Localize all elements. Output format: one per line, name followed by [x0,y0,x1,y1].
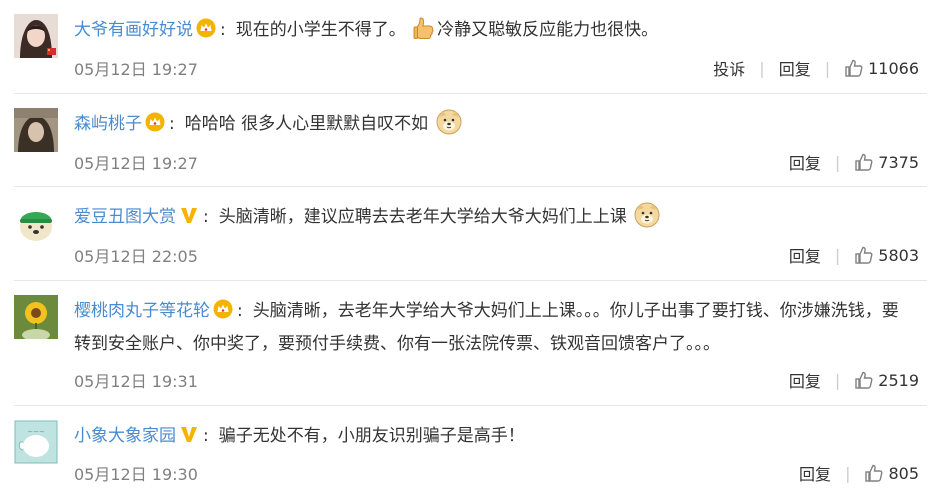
comment-actions: 回复 | 2519 [789,368,919,392]
avatar[interactable] [14,295,58,339]
colon: : [169,114,175,134]
timestamp: 05月12日 19:30 [74,465,198,484]
username[interactable]: 小象大象家园 [74,426,176,446]
colon: : [203,426,209,446]
thumbs-up-emoji [413,17,435,51]
comment-actions: 投诉 | 回复 | 11066 [713,56,919,80]
crown-icon[interactable] [213,299,233,329]
thumbs-up-icon [845,59,863,77]
timestamp: 05月12日 22:05 [74,247,198,266]
reply-button[interactable]: 回复 [789,243,821,267]
thumbs-up-icon [865,464,883,482]
separator: | [834,245,841,265]
like-count: 2519 [878,370,919,390]
avatar[interactable] [14,108,58,152]
like-button[interactable]: 805 [864,463,919,483]
comment-actions: 回复 | 805 [799,461,919,485]
report-button[interactable]: 投诉 [713,56,745,80]
doge-emoji [634,202,660,238]
comment-text: 头脑清晰，建议应聘去去老年大学给大爷大妈们上上课 [218,207,627,227]
svg-text:~~~: ~~~ [27,428,45,436]
reply-button[interactable]: 回复 [789,150,821,174]
separator: | [834,152,841,172]
like-count: 11066 [868,58,919,78]
vip-v-icon[interactable] [179,205,199,235]
username[interactable]: 大爷有画好好说 [74,20,193,40]
like-count: 7375 [878,152,919,172]
username[interactable]: 森屿桃子 [74,114,142,134]
thumbs-up-icon [855,371,873,389]
separator: | [759,58,765,78]
like-button[interactable]: 2519 [854,370,919,390]
timestamp: 05月12日 19:31 [74,372,198,391]
separator: | [834,370,841,390]
avatar[interactable] [14,201,58,245]
username[interactable]: 爱豆丑图大赏 [74,207,176,227]
thumbs-up-icon [855,246,873,264]
separator: | [824,58,831,78]
crown-icon[interactable] [145,112,165,142]
timestamp: 05月12日 19:27 [74,154,198,173]
reply-button[interactable]: 回复 [779,56,811,80]
colon: : [220,20,226,40]
divider [14,93,927,94]
like-button[interactable]: 7375 [854,152,919,172]
timestamp: 05月12日 19:27 [74,60,198,79]
comment-text: 现在的小学生不得了。 [235,20,406,40]
crown-icon[interactable] [196,18,216,48]
avatar[interactable] [14,14,58,58]
avatar-image [14,14,58,58]
like-button[interactable]: 5803 [854,245,919,265]
comment-text: 骗子无处不有，小朋友识别骗子是高手！ [218,426,525,446]
avatar-image: ~~~ [14,420,58,464]
like-count: 805 [888,463,919,483]
avatar[interactable]: ~~~ [14,420,58,464]
separator: | [845,463,851,483]
vip-v-icon[interactable] [179,424,199,454]
reply-button[interactable]: 回复 [789,368,821,392]
divider [14,280,927,281]
comment-text: 哈哈哈 很多人心里默默自叹不如 [184,114,429,134]
avatar-image [14,201,58,245]
colon: : [203,207,209,227]
thumbs-up-icon [855,153,873,171]
comment-actions: 回复 | 5803 [789,243,919,267]
comment-text-2: 冷静又聪敏反应能力也很快。 [437,20,659,40]
avatar-image [14,295,58,339]
avatar-image [14,108,58,152]
comment-actions: 回复 | 7375 [789,150,919,174]
reply-button[interactable]: 回复 [799,461,831,485]
divider [14,186,927,187]
divider [14,405,927,406]
like-button[interactable]: 11066 [844,58,919,78]
doge-emoji [436,109,462,145]
username[interactable]: 樱桃肉丸子等花轮 [74,301,210,321]
like-count: 5803 [878,245,919,265]
colon: : [237,301,243,321]
